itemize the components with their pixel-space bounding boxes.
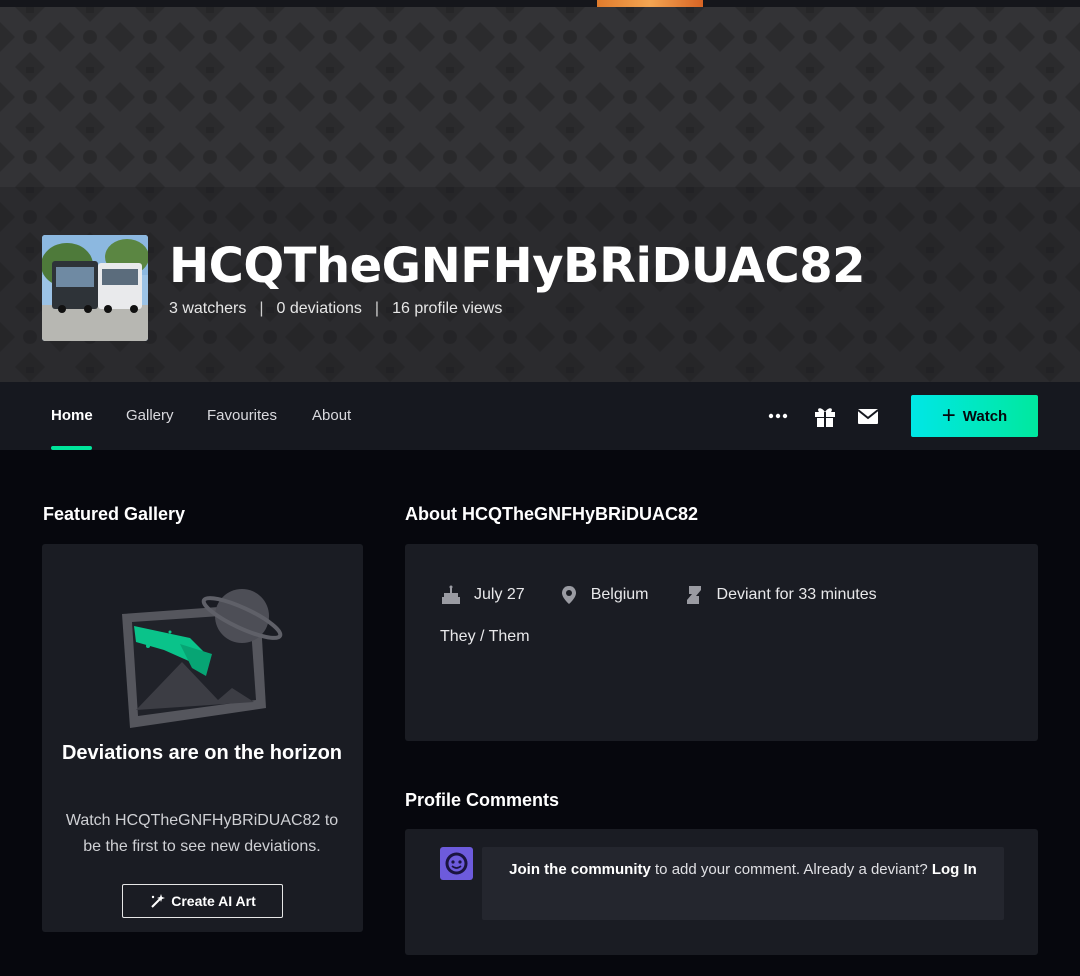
profile-username: HCQTheGNFHyBRiDUAC82 <box>169 238 866 294</box>
default-avatar-icon <box>440 847 473 880</box>
plus-icon: + <box>941 402 956 429</box>
birthday-item: July 27 <box>440 584 525 606</box>
stats-separator: | <box>374 300 380 317</box>
profile-banner: HCQTheGNFHyBRiDUAC82 3 watchers | 0 devi… <box>0 7 1080 382</box>
active-tab-indicator <box>51 446 92 450</box>
top-strip <box>0 0 1080 7</box>
watch-button-label: Watch <box>962 407 1008 425</box>
deviant-since-item: Deviant for 33 minutes <box>683 584 877 606</box>
pronouns: They / Them <box>440 628 530 645</box>
profile-views-count: 16 profile views <box>392 300 503 317</box>
featured-gallery-title: Featured Gallery <box>43 504 186 524</box>
join-prompt-text: to add your comment. Already a deviant? <box>650 861 932 878</box>
birthday-value: July 27 <box>474 586 525 603</box>
banner-pattern <box>0 7 1080 382</box>
deviant-since-value: Deviant for 33 minutes <box>716 586 877 603</box>
top-thumbnail[interactable] <box>597 0 703 7</box>
featured-gallery-card: Deviations are on the horizon Watch HCQT… <box>42 544 363 932</box>
mail-icon[interactable] <box>855 403 881 429</box>
location-item: Belgium <box>559 584 649 606</box>
about-card: July 27 Belgium Deviant for 33 minutes T… <box>405 544 1038 741</box>
empty-gallery-description: Watch HCQTheGNFHyBRiDUAC82 to be the fir… <box>65 812 339 855</box>
join-community-link[interactable]: Join the community <box>509 861 651 878</box>
location-value: Belgium <box>590 586 649 603</box>
profile-comments-card: Join the community to add your comment. … <box>405 829 1038 955</box>
about-details: July 27 Belgium Deviant for 33 minutes <box>440 584 911 606</box>
tab-gallery[interactable]: Gallery <box>126 382 174 450</box>
tab-about[interactable]: About <box>312 382 351 450</box>
create-ai-art-button[interactable]: Create AI Art <box>122 884 283 918</box>
profile-nav: Home Gallery Favourites About + Watch <box>0 382 1080 450</box>
login-link[interactable]: Log In <box>932 861 977 878</box>
profile-stats: 3 watchers | 0 deviations | 16 profile v… <box>169 300 502 318</box>
watch-button[interactable]: + Watch <box>911 395 1038 437</box>
empty-gallery-heading: Deviations are on the horizon <box>61 742 343 764</box>
deviantart-logo-icon <box>686 586 701 604</box>
tab-favourites[interactable]: Favourites <box>207 382 277 450</box>
location-pin-icon <box>561 586 576 604</box>
empty-gallery-illustration <box>122 589 283 728</box>
magic-wand-icon <box>151 894 166 908</box>
join-community-prompt: Join the community to add your comment. … <box>482 847 1004 920</box>
about-section-title: About HCQTheGNFHyBRiDUAC82 <box>405 504 699 524</box>
watchers-count[interactable]: 3 watchers <box>169 300 246 318</box>
profile-comments-title: Profile Comments <box>405 790 560 810</box>
more-icon[interactable] <box>765 403 791 429</box>
create-ai-art-label: Create AI Art <box>171 893 256 909</box>
gift-icon[interactable] <box>812 403 838 429</box>
avatar[interactable] <box>42 235 148 341</box>
deviations-count[interactable]: 0 deviations <box>277 300 362 318</box>
tab-home[interactable]: Home <box>51 382 93 450</box>
stats-separator: | <box>259 300 264 317</box>
cake-icon <box>442 585 460 604</box>
